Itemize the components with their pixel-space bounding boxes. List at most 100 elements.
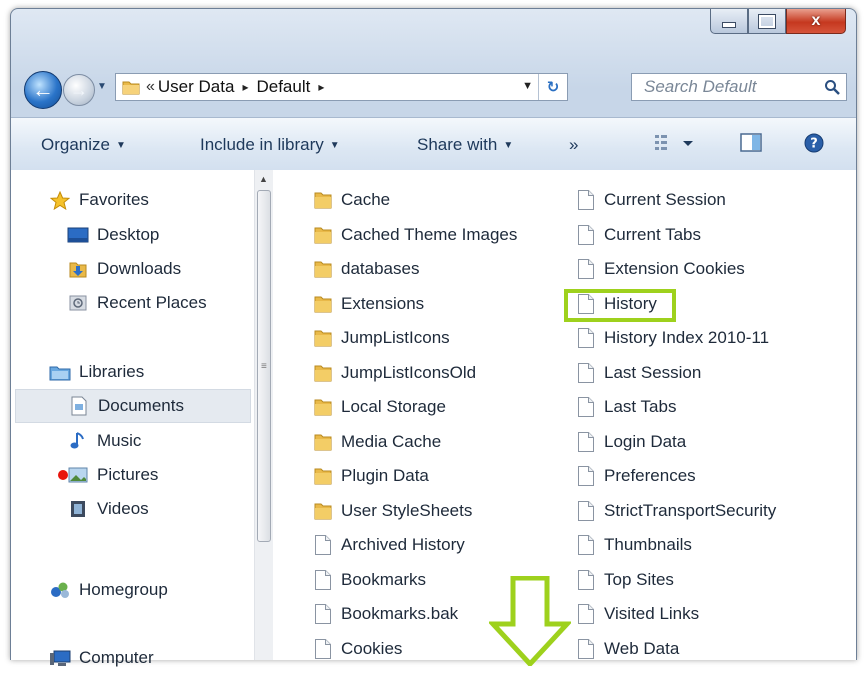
file-name: History Index 2010-11 <box>604 328 770 347</box>
sidebar-item-homegroup[interactable]: Homegroup <box>49 573 168 607</box>
more-chevron-icon: » <box>569 135 579 154</box>
file-item[interactable]: Login Data <box>576 425 686 459</box>
folder-item[interactable]: Plugin Data <box>313 459 429 493</box>
file-icon <box>576 500 596 522</box>
file-item[interactable]: History Index 2010-11 <box>576 321 769 355</box>
sidebar-item-label: Downloads <box>97 259 182 278</box>
folder-item[interactable]: JumpListIconsOld <box>313 356 476 390</box>
sidebar-item-favorites[interactable]: Favorites <box>49 183 149 217</box>
file-item[interactable]: Thumbnails <box>576 528 692 562</box>
include-in-library-label: Include in library <box>200 135 324 154</box>
change-view-button[interactable] <box>653 132 697 159</box>
file-icon <box>576 603 596 625</box>
preview-pane-button[interactable] <box>739 132 763 159</box>
view-options-icon <box>655 135 693 150</box>
share-with-label: Share with <box>417 135 498 154</box>
file-name: Last Tabs <box>604 397 677 416</box>
sidebar-item-downloads[interactable]: Downloads <box>67 252 181 286</box>
help-button[interactable]: ? <box>803 132 825 159</box>
folder-item[interactable]: Extensions <box>313 287 424 321</box>
search-box[interactable]: Search Default <box>631 73 847 101</box>
forward-button[interactable]: → <box>63 74 95 106</box>
folder-icon <box>313 362 333 384</box>
file-item[interactable]: StrictTransportSecurity <box>576 494 776 528</box>
file-item[interactable]: Extension Cookies <box>576 252 745 286</box>
file-item[interactable]: Top Sites <box>576 563 674 597</box>
close-button[interactable]: x <box>786 9 846 34</box>
file-icon <box>576 465 596 487</box>
minimize-button[interactable] <box>710 9 748 34</box>
file-item[interactable]: Cookies <box>313 632 402 666</box>
scroll-up-icon[interactable]: ▲ <box>259 174 268 184</box>
file-item[interactable]: Last Session <box>576 356 701 390</box>
file-item[interactable]: Bookmarks <box>313 563 426 597</box>
file-item[interactable]: Preferences <box>576 459 696 493</box>
file-item[interactable]: Web Data <box>576 632 679 666</box>
breadcrumb-overflow[interactable]: « <box>146 78 155 96</box>
sidebar-item-computer[interactable]: Computer <box>49 641 154 675</box>
search-input[interactable]: Search Default <box>644 77 818 97</box>
downloads-folder-icon <box>67 260 89 278</box>
folder-item[interactable]: User StyleSheets <box>313 494 472 528</box>
file-name: Current Session <box>604 190 726 209</box>
sidebar-item-label: Documents <box>98 396 184 415</box>
file-name: Preferences <box>604 466 696 485</box>
breadcrumb-default[interactable]: Default <box>256 77 310 97</box>
sidebar-item-documents[interactable]: Documents <box>15 389 251 423</box>
file-item[interactable]: Last Tabs <box>576 390 676 424</box>
file-item[interactable]: Bookmarks.bak <box>313 597 458 631</box>
recent-pages-dropdown[interactable]: ▼ <box>97 81 107 92</box>
sidebar-item-music[interactable]: Music <box>67 424 141 458</box>
folder-item[interactable]: Cache <box>313 183 390 217</box>
file-icon <box>576 534 596 556</box>
file-icon <box>576 189 596 211</box>
file-name: JumpListIconsOld <box>341 362 477 382</box>
file-icon <box>576 431 596 453</box>
file-icon <box>576 396 596 418</box>
folder-item[interactable]: Media Cache <box>313 425 441 459</box>
search-icon[interactable] <box>818 79 846 95</box>
file-name: Login Data <box>604 431 687 451</box>
back-button[interactable]: ← <box>24 71 62 109</box>
homegroup-icon <box>49 581 71 599</box>
file-item[interactable]: Current Tabs <box>576 218 701 252</box>
file-name: Web Data <box>604 638 680 658</box>
file-icon <box>576 224 596 246</box>
breadcrumb-user-data[interactable]: User Data <box>158 77 235 97</box>
back-arrow-icon: ← <box>32 77 54 102</box>
file-name: Visited Links <box>604 604 700 623</box>
file-icon <box>313 638 333 660</box>
organize-label: Organize <box>41 135 110 154</box>
file-item[interactable]: Visited Links <box>576 597 699 631</box>
share-with-menu[interactable]: Share with ▼ <box>417 135 513 155</box>
folder-item[interactable]: databases <box>313 252 419 286</box>
folder-icon <box>313 465 333 487</box>
folder-item[interactable]: Cached Theme Images <box>313 218 517 252</box>
folder-item[interactable]: JumpListIcons <box>313 321 450 355</box>
more-commands-button[interactable]: » <box>569 135 578 155</box>
file-item[interactable]: Current Session <box>576 183 726 217</box>
organize-menu[interactable]: Organize ▼ <box>41 135 126 155</box>
sidebar-item-recent-places[interactable]: Recent Places <box>67 286 207 320</box>
include-in-library-menu[interactable]: Include in library ▼ <box>200 135 340 155</box>
sidebar-item-pictures[interactable]: Pictures <box>57 458 158 492</box>
explorer-window: x ← → ▼ « User Data ▸ Default ▸ ▼ ↻ Sear… <box>10 8 857 667</box>
sidebar-item-desktop[interactable]: Desktop <box>67 218 159 252</box>
scrollbar-thumb[interactable]: ≡ <box>257 190 271 542</box>
address-dropdown-icon[interactable]: ▼ <box>522 80 533 92</box>
chevron-down-icon: ▼ <box>503 140 514 151</box>
address-bar[interactable]: « User Data ▸ Default ▸ ▼ ↻ <box>115 73 568 101</box>
folder-item[interactable]: Local Storage <box>313 390 446 424</box>
breadcrumb-separator[interactable]: ▸ <box>242 80 248 94</box>
down-arrow-annotation-icon <box>489 576 571 666</box>
sidebar-item-label: Music <box>97 431 142 450</box>
breadcrumb-separator[interactable]: ▸ <box>318 80 324 94</box>
file-icon <box>576 258 596 280</box>
maximize-button[interactable] <box>748 9 786 34</box>
sidebar-scrollbar[interactable]: ▲ ≡ <box>254 170 273 660</box>
refresh-button[interactable]: ↻ <box>538 74 567 100</box>
file-item[interactable]: Archived History <box>313 528 465 562</box>
navigation-pane: Favorites Desktop Downloads Recent Place… <box>11 170 253 667</box>
sidebar-item-videos[interactable]: Videos <box>67 492 149 526</box>
sidebar-item-libraries[interactable]: Libraries <box>49 355 144 389</box>
